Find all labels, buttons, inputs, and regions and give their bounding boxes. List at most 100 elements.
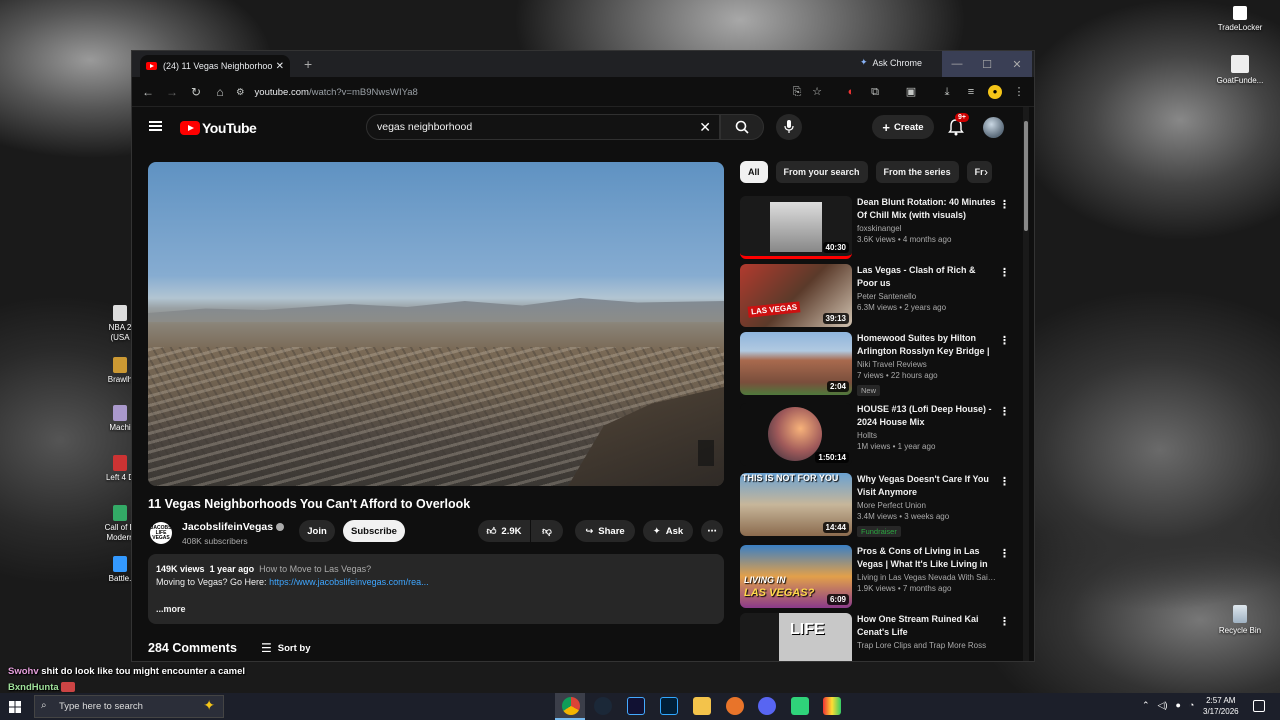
photoshop-icon[interactable] xyxy=(660,697,678,715)
video-thumbnail[interactable]: 40:30 xyxy=(740,196,852,259)
app-green-icon[interactable] xyxy=(791,697,809,715)
video-player[interactable] xyxy=(148,162,724,486)
recommendation-title[interactable]: How One Stream Ruined Kai Cenat's Life xyxy=(857,613,997,639)
tray-chevron-icon[interactable]: ⌃ xyxy=(1142,700,1150,711)
recommendation-title[interactable]: HOUSE #13 (Lofi Deep House) - 2024 House… xyxy=(857,403,997,429)
start-button[interactable] xyxy=(0,693,30,720)
install-icon[interactable]: ⎘ xyxy=(790,85,804,99)
recommendation-item[interactable]: LIVING IN LAS VEGAS? 6:09 Pros & Cons of… xyxy=(740,545,1010,609)
home-icon[interactable]: ⌂ xyxy=(210,85,230,99)
channel-name[interactable]: JacobslifeinVegas xyxy=(182,521,285,533)
desktop-icon-recycle-bin[interactable]: Recycle Bin xyxy=(1210,605,1270,635)
video-thumbnail[interactable]: LAS VEGAS 39:13 xyxy=(740,264,852,327)
search-input[interactable]: vegas neighborhood ✕ xyxy=(366,114,720,140)
bookmark-star-icon[interactable]: ☆ xyxy=(810,85,824,99)
recommendation-title[interactable]: Pros & Cons of Living in Las Vegas | Wha… xyxy=(857,545,997,571)
chip-from-your-search[interactable]: From your search xyxy=(775,161,868,183)
subscribe-button[interactable]: Subscribe xyxy=(343,520,405,542)
recommendation-channel[interactable]: Niki Travel Reviews xyxy=(857,360,997,369)
steam-icon[interactable] xyxy=(594,697,612,715)
recommendation-channel[interactable]: Hollts xyxy=(857,431,997,440)
site-info-icon[interactable]: ⚙ xyxy=(236,87,245,98)
desktop-icon-tradelocker[interactable]: TradeLocker xyxy=(1210,6,1270,32)
more-options-icon[interactable]: ⋮ xyxy=(999,266,1010,279)
app-grid-icon[interactable] xyxy=(823,697,841,715)
recommendation-title[interactable]: Homewood Suites by Hilton Arlington Ross… xyxy=(857,332,997,358)
video-thumbnail[interactable]: 2:04 xyxy=(740,332,852,395)
page-scrollbar[interactable] xyxy=(1023,107,1029,661)
sort-by-button[interactable]: ☰ Sort by xyxy=(261,641,311,655)
file-explorer-icon[interactable] xyxy=(693,697,711,715)
recommendation-item[interactable]: 2:04 Homewood Suites by Hilton Arlington… xyxy=(740,332,1010,396)
recommendation-title[interactable]: Why Vegas Doesn't Care If You Visit Anym… xyxy=(857,473,997,499)
more-options-icon[interactable]: ⋮ xyxy=(999,547,1010,560)
recommendation-item[interactable]: THIS IS NOT FOR YOU 14:44 Why Vegas Does… xyxy=(740,473,1010,537)
voice-search-button[interactable] xyxy=(776,114,802,140)
show-more-link[interactable]: ...more xyxy=(156,603,716,616)
recommendation-channel[interactable]: foxskinangel xyxy=(857,224,997,233)
ask-chrome-button[interactable]: ✦ Ask Chrome xyxy=(860,57,922,68)
back-icon[interactable]: ← xyxy=(138,85,158,99)
chrome-menu-icon[interactable]: ⋮ xyxy=(1012,85,1026,99)
minimize-button[interactable]: — xyxy=(942,51,972,77)
join-button[interactable]: Join xyxy=(299,520,335,542)
share-button[interactable]: ↪ Share xyxy=(575,520,635,542)
discord-icon[interactable] xyxy=(758,697,776,715)
create-button[interactable]: + Create xyxy=(872,115,934,139)
close-window-button[interactable]: ✕ xyxy=(1002,51,1032,77)
maximize-button[interactable]: ☐ xyxy=(972,51,1002,77)
extensions-icon[interactable]: ⧉ xyxy=(868,85,882,99)
dislike-button[interactable]: 👎︎ xyxy=(531,520,563,542)
video-thumbnail[interactable]: 1:50:14 xyxy=(740,403,852,466)
vegas-icon[interactable] xyxy=(627,697,645,715)
description-hashtag[interactable]: How to Move to Las Vegas? xyxy=(259,564,371,574)
extension-red-icon[interactable]: ◐ xyxy=(844,85,858,99)
search-button[interactable] xyxy=(720,114,764,140)
chip-from-the-series[interactable]: From the series xyxy=(875,161,959,183)
recommendation-item[interactable]: LAS VEGAS 39:13 Las Vegas - Clash of Ric… xyxy=(740,264,1010,328)
network-icon[interactable]: ◔ xyxy=(1189,700,1194,711)
chevron-right-icon[interactable]: › xyxy=(984,165,988,179)
profile-icon[interactable]: ● xyxy=(988,85,1002,99)
video-thumbnail[interactable]: LIFE xyxy=(740,613,852,661)
ask-button[interactable]: ✦ Ask xyxy=(643,520,693,542)
recommendation-title[interactable]: Dean Blunt Rotation: 40 Minutes Of Chill… xyxy=(857,196,997,222)
more-options-icon[interactable]: ⋮ xyxy=(999,198,1010,211)
scrollbar-thumb[interactable] xyxy=(1024,121,1028,231)
recommendation-channel[interactable]: Living in Las Vegas Nevada With Sai Bro.… xyxy=(857,573,997,582)
recommendation-channel[interactable]: Peter Santenello xyxy=(857,292,997,301)
recommendation-channel[interactable]: Trap Lore Clips and Trap More Ross xyxy=(857,641,997,650)
tab-search-icon[interactable]: ▣ xyxy=(904,85,918,99)
description-box[interactable]: 149K views 1 year ago How to Move to Las… xyxy=(148,554,724,624)
video-thumbnail[interactable]: THIS IS NOT FOR YOU 14:44 xyxy=(740,473,852,536)
more-options-icon[interactable]: ⋮ xyxy=(999,615,1010,628)
app-orange-icon[interactable] xyxy=(726,697,744,715)
more-options-icon[interactable]: ⋮ xyxy=(999,405,1010,418)
recommendation-item[interactable]: 1:50:14 HOUSE #13 (Lofi Deep House) - 20… xyxy=(740,403,1010,467)
channel-avatar[interactable]: JACOBS LIFE VEGAS xyxy=(150,522,172,544)
account-avatar[interactable] xyxy=(983,117,1004,138)
taskbar-search-input[interactable]: ⌕ Type here to search ✦ xyxy=(34,695,224,718)
tab-close-icon[interactable]: ✕ xyxy=(276,61,284,72)
notification-center-icon[interactable] xyxy=(1253,700,1265,712)
reload-icon[interactable]: ↻ xyxy=(186,85,206,99)
more-actions-button[interactable]: ⋯ xyxy=(701,520,723,542)
clear-search-icon[interactable]: ✕ xyxy=(699,119,711,136)
video-thumbnail[interactable]: LIVING IN LAS VEGAS? 6:09 xyxy=(740,545,852,608)
microphone-icon[interactable]: ● xyxy=(1175,700,1180,711)
chrome-icon[interactable] xyxy=(562,697,580,715)
forward-icon[interactable]: → xyxy=(162,85,182,99)
system-clock[interactable]: 2:57 AM 3/17/2026 xyxy=(1203,695,1239,717)
volume-icon[interactable]: ◁) xyxy=(1158,700,1168,711)
url-field[interactable]: ⚙ youtube.com/watch?v=mB9NwsWIYa8 xyxy=(236,83,836,101)
recommendation-item[interactable]: 40:30 Dean Blunt Rotation: 40 Minutes Of… xyxy=(740,196,1010,260)
like-button[interactable]: 👍︎ 2.9K xyxy=(478,520,530,542)
youtube-logo[interactable]: YouTube xyxy=(180,120,257,136)
more-options-icon[interactable]: ⋮ xyxy=(999,334,1010,347)
description-link[interactable]: https://www.jacobslifeinvegas.com/rea... xyxy=(269,577,429,587)
browser-tab[interactable]: (24) 11 Vegas Neighborhoods Y ✕ xyxy=(140,55,290,77)
new-tab-button[interactable]: + xyxy=(304,56,312,72)
recommendation-channel[interactable]: More Perfect Union xyxy=(857,501,997,510)
channel-watermark[interactable] xyxy=(698,440,714,466)
chip-all[interactable]: All xyxy=(740,161,768,183)
